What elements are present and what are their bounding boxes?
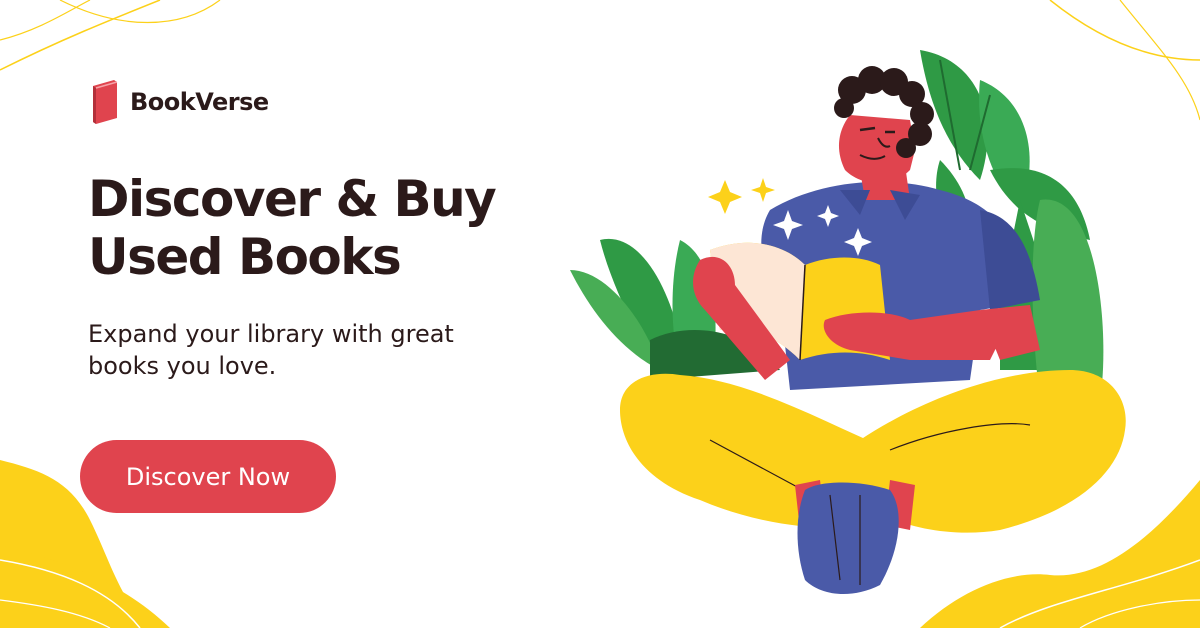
headline: Discover & Buy Used Books xyxy=(88,170,497,286)
book-icon xyxy=(93,80,118,124)
sparkle-icon xyxy=(708,178,775,214)
discover-now-button[interactable]: Discover Now xyxy=(80,440,336,513)
reading-person-illustration xyxy=(570,50,1126,595)
subtext: Expand your library with great books you… xyxy=(88,320,454,380)
brand-name: BookVerse xyxy=(130,88,269,116)
brand[interactable]: BookVerse xyxy=(90,80,269,124)
